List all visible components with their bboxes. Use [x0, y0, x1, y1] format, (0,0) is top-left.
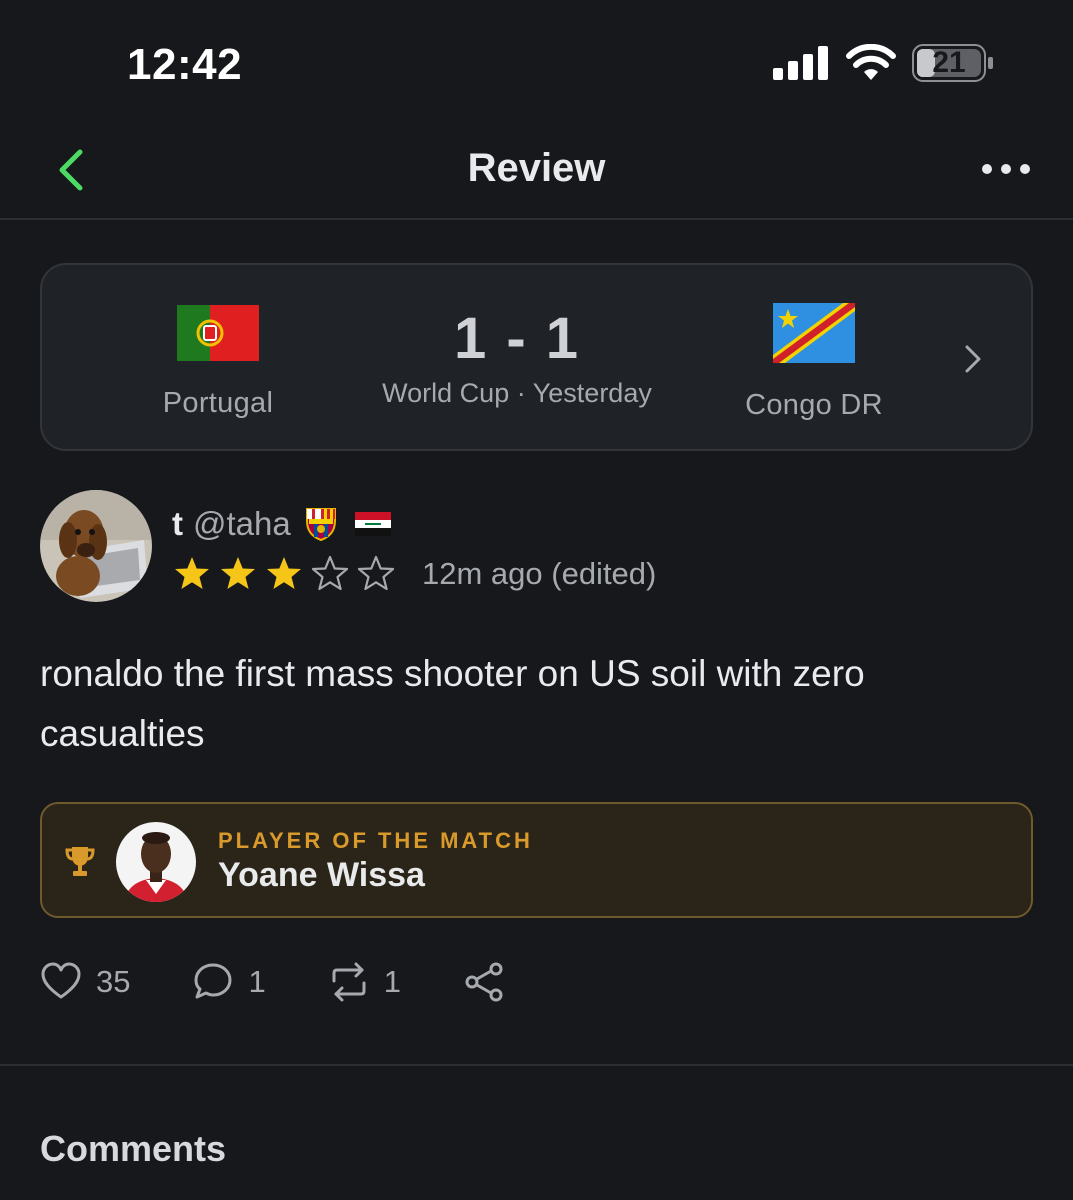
- comment-count: 1: [248, 964, 266, 999]
- ellipsis-icon[interactable]: [980, 156, 1032, 182]
- fc-barcelona-crest-icon: [305, 508, 336, 541]
- wifi-icon: [846, 44, 896, 80]
- player-photo: [116, 822, 196, 902]
- star-empty-icon: [311, 555, 349, 591]
- comments-heading: Comments: [40, 1128, 227, 1169]
- star-filled-icon: [175, 557, 209, 589]
- potm-label: PLAYER OF THE MATCH: [218, 828, 533, 853]
- status-time: 12:42: [127, 40, 243, 89]
- repost-count: 1: [383, 964, 401, 999]
- nav-bar: Review: [0, 120, 1073, 220]
- section-divider: [0, 1064, 1073, 1066]
- star-empty-icon: [357, 555, 395, 591]
- match-card[interactable]: Portugal 1 - 1 World Cup · Yesterday Con…: [40, 263, 1033, 451]
- share-icon: [465, 962, 503, 1002]
- repost-button[interactable]: 1: [328, 961, 401, 1003]
- match-score: 1 - 1: [453, 306, 581, 371]
- review-timestamp: 12m ago (edited): [422, 556, 657, 591]
- meta-separator: ·: [516, 378, 526, 408]
- potm-player-name: Yoane Wissa: [218, 856, 425, 894]
- match-meta: World Cup · Yesterday: [332, 378, 702, 409]
- congo-dr-flag-icon: [773, 303, 855, 363]
- score-block: 1 - 1 World Cup · Yesterday: [332, 305, 702, 409]
- match-date: Yesterday: [532, 378, 652, 408]
- action-bar: 35 1 1: [40, 958, 567, 1006]
- share-button[interactable]: [463, 961, 505, 1003]
- review-body: ronaldo the first mass shooter on US soi…: [40, 653, 865, 754]
- page-title: Review: [467, 146, 606, 190]
- chevron-right-icon[interactable]: [962, 343, 984, 375]
- repost-icon: [332, 962, 366, 1002]
- competition: World Cup: [382, 378, 510, 408]
- star-filled-icon: [221, 557, 255, 589]
- star-filled-icon: [267, 557, 301, 589]
- home-team: Portugal: [118, 305, 318, 420]
- cellular-signal-icon: [773, 46, 828, 80]
- author-name[interactable]: t: [172, 505, 183, 543]
- battery-level: 21: [932, 46, 966, 79]
- rating-line: 12m ago (edited): [172, 552, 656, 596]
- author-line: t @taha: [172, 502, 391, 546]
- heart-icon: [41, 962, 81, 999]
- comment-button[interactable]: 1: [192, 961, 266, 1003]
- player-of-the-match-card[interactable]: PLAYER OF THE MATCH Yoane Wissa: [40, 802, 1033, 918]
- star-rating: [172, 554, 402, 594]
- avatar[interactable]: [40, 490, 152, 602]
- comment-icon: [194, 963, 232, 999]
- iraq-flag-icon: [354, 512, 391, 536]
- like-button[interactable]: 35: [40, 961, 130, 1003]
- away-team: Congo DR: [714, 303, 914, 422]
- battery-icon: 21: [912, 44, 994, 82]
- away-team-name: Congo DR: [745, 389, 883, 421]
- trophy-icon: [65, 847, 95, 876]
- portugal-flag-icon: [177, 305, 259, 361]
- like-count: 35: [96, 964, 131, 999]
- home-team-name: Portugal: [162, 387, 274, 419]
- author-handle[interactable]: @taha: [193, 505, 291, 543]
- status-bar: 12:42 21: [0, 0, 1073, 120]
